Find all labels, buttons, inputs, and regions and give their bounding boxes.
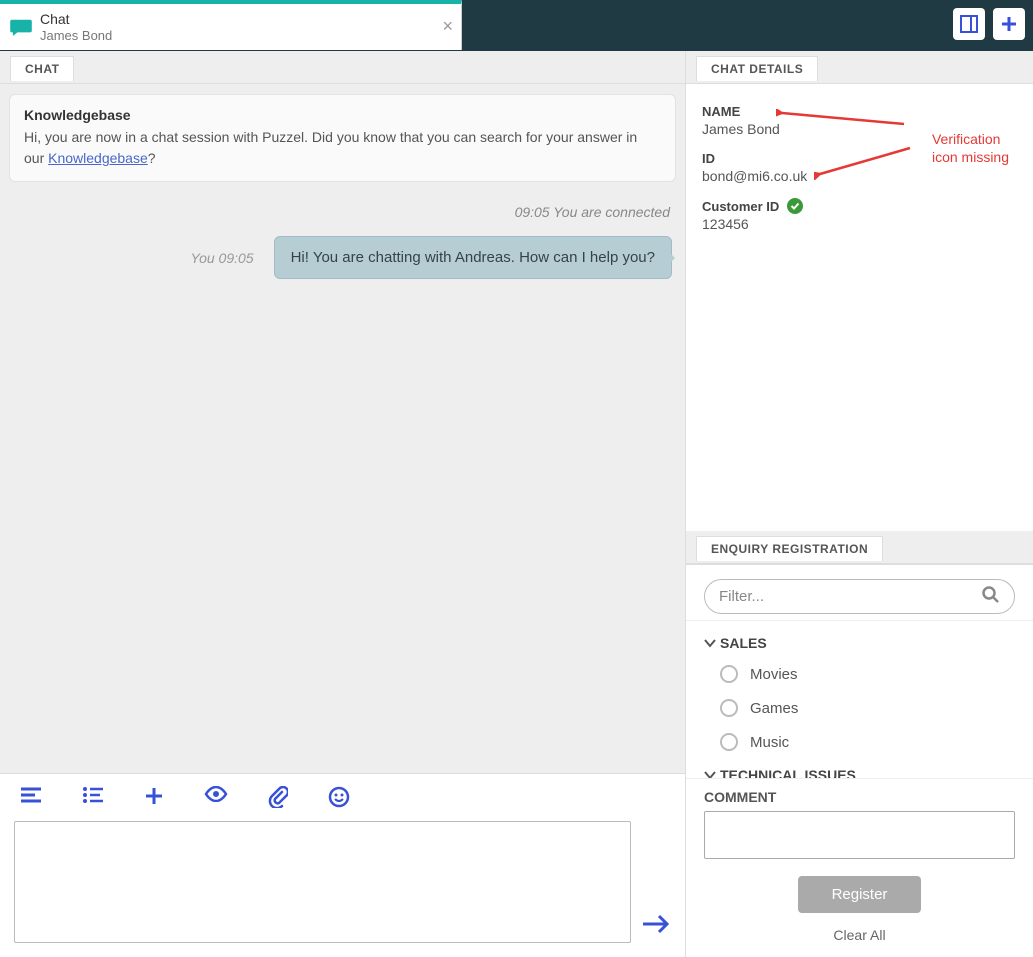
send-button[interactable] xyxy=(641,912,671,943)
clear-all-button[interactable]: Clear All xyxy=(833,927,885,943)
align-left-icon[interactable] xyxy=(20,786,42,811)
category-item[interactable]: Games xyxy=(704,691,1033,725)
chat-icon xyxy=(10,18,32,36)
category-header-technical[interactable]: TECHNICAL ISSUES xyxy=(704,759,1033,778)
message-meta: You 09:05 xyxy=(191,250,254,266)
annotation-text: Verification icon missing xyxy=(932,130,1009,166)
composer xyxy=(0,773,685,957)
enquiry-section-tabs: ENQUIRY REGISTRATION xyxy=(686,531,1033,564)
close-tab-icon[interactable]: × xyxy=(442,16,453,37)
kb-text: Hi, you are now in a chat session with P… xyxy=(24,127,661,169)
filter-input[interactable] xyxy=(719,588,982,605)
tab-subtitle: James Bond xyxy=(40,28,112,44)
tab-title: Chat xyxy=(40,11,112,28)
details-panel: CHAT DETAILS NAME James Bond ID bond@mi6… xyxy=(686,51,1033,957)
customer-id-value: 123456 xyxy=(702,216,1017,232)
active-session-tab[interactable]: Chat James Bond × xyxy=(0,0,462,50)
customer-id-label: Customer ID xyxy=(702,199,779,214)
chat-transcript: Knowledgebase Hi, you are now in a chat … xyxy=(0,84,685,773)
topbar: Chat James Bond × xyxy=(0,0,1033,51)
comment-label: COMMENT xyxy=(704,789,1015,805)
radio-icon xyxy=(720,733,738,751)
chat-panel: CHAT Knowledgebase Hi, you are now in a … xyxy=(0,51,686,957)
kb-link[interactable]: Knowledgebase xyxy=(48,150,148,166)
knowledgebase-card: Knowledgebase Hi, you are now in a chat … xyxy=(9,94,676,182)
search-icon xyxy=(982,586,1000,607)
filter-box[interactable] xyxy=(704,579,1015,614)
enquiry-tab[interactable]: ENQUIRY REGISTRATION xyxy=(696,536,883,561)
radio-icon xyxy=(720,699,738,717)
verified-icon xyxy=(787,198,803,214)
category-list[interactable]: SALES Movies Games Music TECHNICAL ISSUE… xyxy=(686,620,1033,778)
radio-icon xyxy=(720,665,738,683)
add-button[interactable] xyxy=(993,8,1025,40)
emoji-icon[interactable] xyxy=(328,786,350,811)
list-icon[interactable] xyxy=(82,786,104,811)
message-input[interactable] xyxy=(14,821,631,943)
attachment-icon[interactable] xyxy=(268,786,288,811)
kb-title: Knowledgebase xyxy=(24,107,661,123)
system-message: 09:05 You are connected xyxy=(15,204,670,220)
chat-tab[interactable]: CHAT xyxy=(10,56,74,81)
plus-icon[interactable] xyxy=(144,786,164,811)
category-header-sales[interactable]: SALES xyxy=(704,627,1033,657)
chevron-down-icon xyxy=(704,767,716,778)
message-row: You 09:05 Hi! You are chatting with Andr… xyxy=(9,228,676,279)
panel-toggle-button[interactable] xyxy=(953,8,985,40)
eye-icon[interactable] xyxy=(204,786,228,811)
chat-section-tabs: CHAT xyxy=(0,51,685,84)
topbar-actions xyxy=(953,8,1033,40)
name-label: NAME xyxy=(702,104,1017,119)
chat-details-tab[interactable]: CHAT DETAILS xyxy=(696,56,818,81)
category-item[interactable]: Music xyxy=(704,725,1033,759)
id-value: bond@mi6.co.uk xyxy=(702,168,1017,184)
details-section-tabs: CHAT DETAILS xyxy=(686,51,1033,84)
chevron-down-icon xyxy=(704,635,716,651)
register-button[interactable]: Register xyxy=(798,876,922,913)
category-item[interactable]: Movies xyxy=(704,657,1033,691)
agent-message-bubble: Hi! You are chatting with Andreas. How c… xyxy=(274,236,672,279)
comment-input[interactable] xyxy=(704,811,1015,859)
